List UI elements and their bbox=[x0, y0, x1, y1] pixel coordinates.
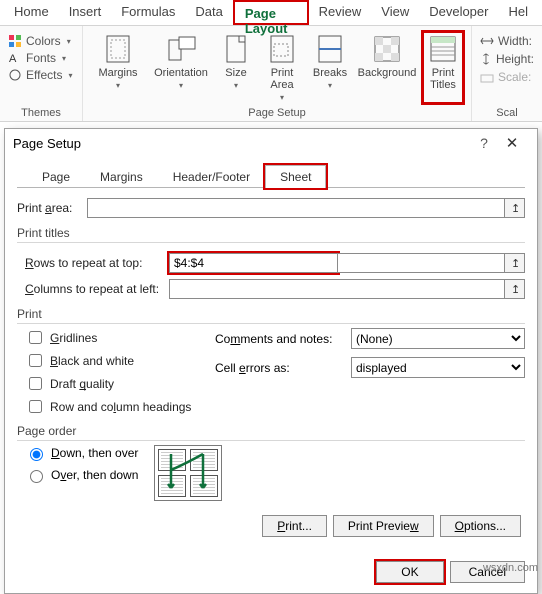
tab-insert[interactable]: Insert bbox=[59, 0, 112, 25]
dlg-tab-page[interactable]: Page bbox=[27, 165, 85, 188]
btn-size[interactable]: Size ▾ bbox=[215, 30, 257, 105]
dlg-tab-header-footer[interactable]: Header/Footer bbox=[158, 165, 265, 188]
chevron-down-icon: ▾ bbox=[62, 54, 66, 63]
radio-over-then-down[interactable]: Over, then down bbox=[25, 467, 138, 483]
dlg-tab-sheet[interactable]: Sheet bbox=[265, 165, 326, 188]
print-titles-section-label: Print titles bbox=[17, 226, 525, 240]
print-area-range-button[interactable]: ↥ bbox=[505, 198, 525, 218]
btn-background[interactable]: Background bbox=[355, 30, 419, 105]
page-order-diagram bbox=[154, 445, 222, 501]
background-icon bbox=[372, 34, 402, 64]
chk-row-col-headings[interactable]: Row and column headings bbox=[25, 397, 197, 416]
print-area-icon bbox=[267, 34, 297, 64]
chevron-down-icon: ▾ bbox=[234, 81, 238, 90]
orientation-icon bbox=[166, 34, 196, 64]
tab-review[interactable]: Review bbox=[309, 0, 372, 25]
cell-errors-label: Cell errors as: bbox=[215, 361, 345, 375]
cols-repeat-input[interactable] bbox=[169, 279, 505, 299]
page-order-section-label: Page order bbox=[17, 424, 525, 438]
chk-draft[interactable]: Draft quality bbox=[25, 374, 197, 393]
margins-icon bbox=[103, 34, 133, 64]
tab-home[interactable]: Home bbox=[4, 0, 59, 25]
themes-effects[interactable]: Effects ▾ bbox=[8, 68, 74, 82]
chk-black-white[interactable]: Black and white bbox=[25, 351, 197, 370]
chevron-down-icon: ▾ bbox=[179, 81, 183, 90]
chk-gridlines[interactable]: Gridlines bbox=[25, 328, 197, 347]
breaks-icon bbox=[315, 34, 345, 64]
help-button[interactable]: ? bbox=[473, 135, 495, 151]
tab-help[interactable]: Hel bbox=[498, 0, 538, 25]
chevron-down-icon: ▾ bbox=[280, 93, 284, 102]
radio-down-then-over[interactable]: Down, then over bbox=[25, 445, 138, 461]
group-themes: Colors ▾ A Fonts ▾ Effects ▾ Themes bbox=[0, 26, 83, 121]
print-section-label: Print bbox=[17, 307, 525, 321]
tab-data[interactable]: Data bbox=[185, 0, 232, 25]
chevron-down-icon: ▾ bbox=[328, 81, 332, 90]
print-area-label: Print area: bbox=[17, 201, 87, 215]
close-button[interactable]: ✕ bbox=[495, 134, 529, 152]
rows-repeat-extend[interactable] bbox=[338, 253, 506, 273]
colors-icon bbox=[8, 34, 22, 48]
cols-repeat-label: Columns to repeat at left: bbox=[17, 282, 169, 296]
group-page-setup: Margins ▾ Orientation ▾ Size ▾ PrintArea… bbox=[83, 26, 472, 121]
scale-width[interactable]: Width: bbox=[480, 34, 534, 48]
size-icon bbox=[221, 34, 251, 64]
chevron-down-icon: ▾ bbox=[116, 81, 120, 90]
btn-print[interactable]: Print... bbox=[262, 515, 327, 537]
btn-print-preview[interactable]: Print Preview bbox=[333, 515, 434, 537]
tab-view[interactable]: View bbox=[371, 0, 419, 25]
themes-colors[interactable]: Colors ▾ bbox=[8, 34, 74, 48]
ribbon-body: Colors ▾ A Fonts ▾ Effects ▾ Themes Marg… bbox=[0, 26, 542, 122]
scale-icon bbox=[480, 70, 494, 84]
themes-fonts[interactable]: A Fonts ▾ bbox=[8, 51, 74, 65]
tab-page-layout[interactable]: Page Layout bbox=[233, 0, 309, 25]
comments-select[interactable]: (None) bbox=[351, 328, 525, 349]
btn-orientation[interactable]: Orientation ▾ bbox=[149, 30, 213, 105]
watermark: wsxdn.com bbox=[483, 562, 538, 574]
ribbon-tabs: Home Insert Formulas Data Page Layout Re… bbox=[0, 0, 542, 26]
tab-developer[interactable]: Developer bbox=[419, 0, 498, 25]
btn-print-titles[interactable]: PrintTitles bbox=[421, 30, 465, 105]
fonts-icon: A bbox=[8, 51, 22, 65]
effects-icon bbox=[8, 68, 22, 82]
chevron-down-icon: ▾ bbox=[68, 71, 72, 80]
themes-effects-label: Effects bbox=[26, 68, 62, 82]
dialog-titlebar: Page Setup ? ✕ bbox=[5, 129, 537, 157]
btn-ok[interactable]: OK bbox=[376, 561, 443, 583]
chevron-down-icon: ▾ bbox=[67, 37, 71, 46]
scale-height[interactable]: Height: bbox=[480, 52, 534, 66]
group-label-pagesetup: Page Setup bbox=[89, 105, 465, 119]
print-area-input[interactable] bbox=[87, 198, 505, 218]
errors-select[interactable]: displayed bbox=[351, 357, 525, 378]
dlg-tab-margins[interactable]: Margins bbox=[85, 165, 158, 188]
height-icon bbox=[480, 52, 492, 66]
tab-formulas[interactable]: Formulas bbox=[111, 0, 185, 25]
themes-fonts-label: Fonts bbox=[26, 51, 56, 65]
comments-label: Comments and notes: bbox=[215, 332, 345, 346]
svg-text:A: A bbox=[9, 53, 17, 65]
btn-options[interactable]: Options... bbox=[440, 515, 521, 537]
rows-repeat-input[interactable] bbox=[169, 253, 338, 273]
btn-print-area[interactable]: PrintArea ▾ bbox=[259, 30, 305, 105]
dialog-tabs: Page Margins Header/Footer Sheet bbox=[27, 165, 525, 188]
themes-colors-label: Colors bbox=[26, 34, 61, 48]
page-setup-dialog: Page Setup ? ✕ Page Margins Header/Foote… bbox=[4, 128, 538, 594]
group-scale: Width: Height: Scale: Scal bbox=[472, 26, 542, 121]
rows-range-button[interactable]: ↥ bbox=[505, 253, 525, 273]
group-label-themes: Themes bbox=[6, 105, 76, 119]
group-label-scale: Scal bbox=[478, 105, 536, 119]
cols-range-button[interactable]: ↥ bbox=[505, 279, 525, 299]
width-icon bbox=[480, 34, 494, 48]
rows-repeat-label: Rows to repeat at top: bbox=[17, 256, 169, 270]
print-titles-icon bbox=[428, 34, 458, 64]
btn-breaks[interactable]: Breaks ▾ bbox=[307, 30, 353, 105]
btn-margins[interactable]: Margins ▾ bbox=[89, 30, 147, 105]
dialog-title: Page Setup bbox=[13, 136, 473, 151]
scale-scale: Scale: bbox=[480, 70, 534, 84]
